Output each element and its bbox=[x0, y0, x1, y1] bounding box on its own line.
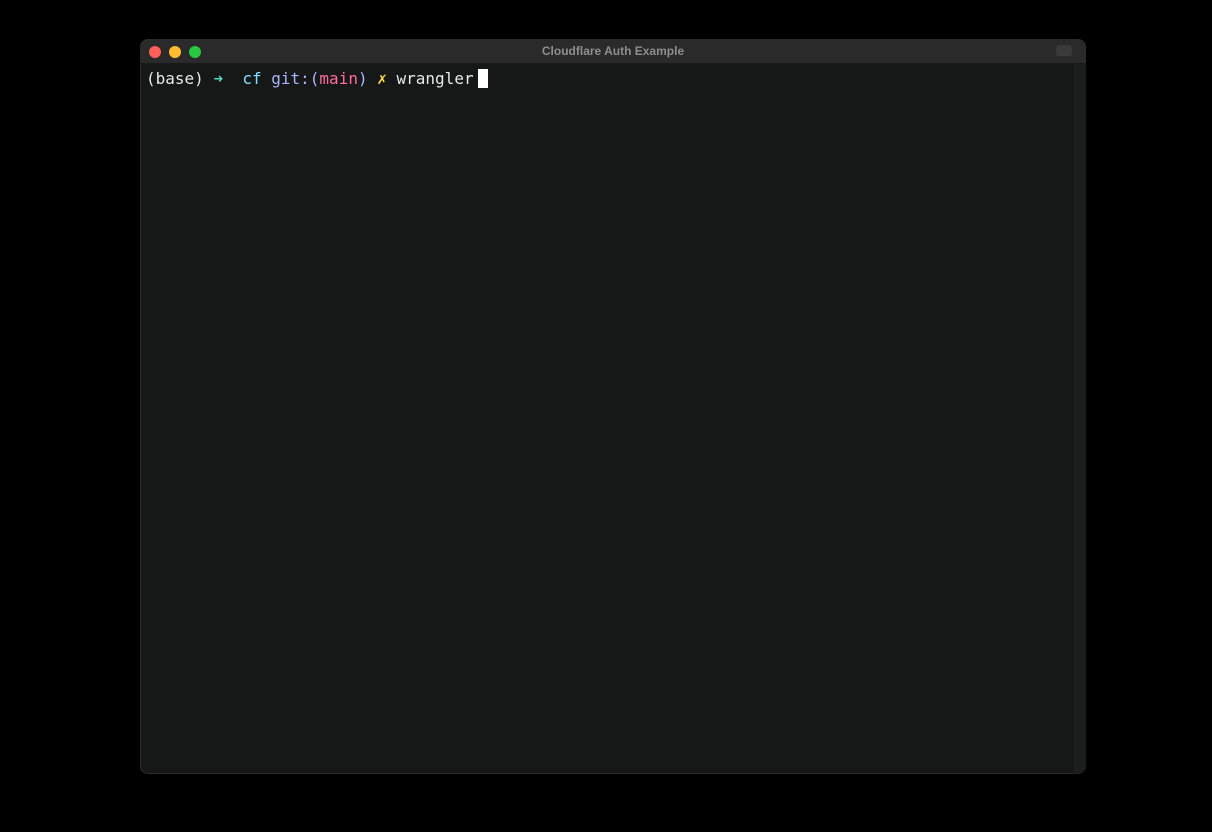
window-title: Cloudflare Auth Example bbox=[541, 44, 685, 58]
title-bar[interactable]: Cloudflare Auth Example bbox=[140, 39, 1086, 64]
terminal-output[interactable]: (base) ➜ cf git:(main) ✗ wrangler bbox=[146, 68, 1072, 768]
git-branch: main bbox=[319, 69, 358, 88]
tab-overview-button[interactable] bbox=[1056, 45, 1072, 56]
terminal-cursor bbox=[477, 69, 488, 88]
command-input[interactable]: wrangler bbox=[397, 69, 474, 88]
prompt-line: (base) ➜ cf git:(main) ✗ wrangler bbox=[146, 69, 488, 88]
conda-env: (base) bbox=[146, 69, 204, 88]
git-suffix: ) bbox=[357, 69, 368, 88]
terminal-window: Cloudflare Auth Example (base) ➜ cf git:… bbox=[140, 39, 1086, 774]
scrollbar-track[interactable] bbox=[1074, 64, 1086, 774]
git-prefix: git:( bbox=[271, 69, 320, 88]
git-dirty-mark: ✗ bbox=[377, 69, 387, 88]
current-directory: cf bbox=[242, 69, 262, 88]
prompt-arrow: ➜ bbox=[213, 69, 224, 88]
